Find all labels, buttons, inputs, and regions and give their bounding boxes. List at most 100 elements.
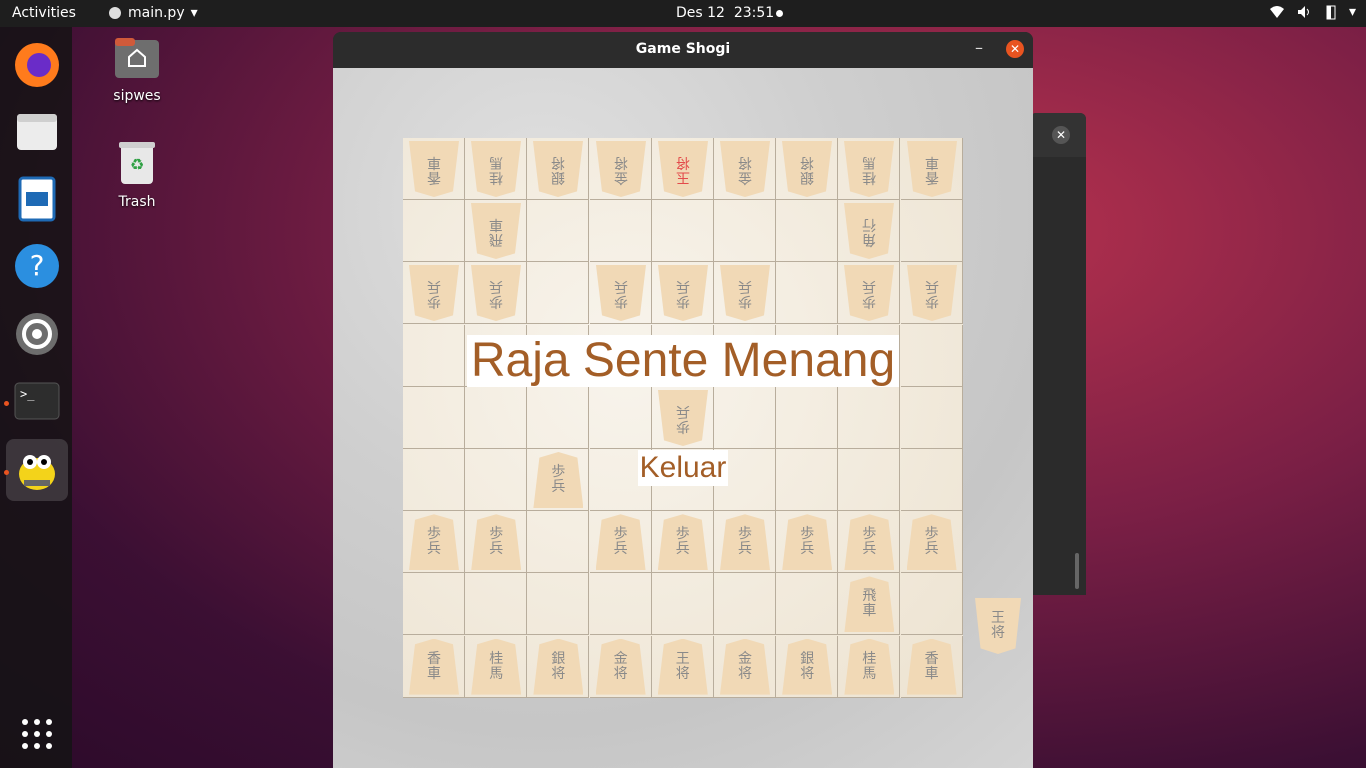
shogi-piece[interactable]: 歩兵 — [658, 265, 708, 321]
dock-help[interactable]: ? — [6, 235, 68, 297]
piece-char: 桂 — [862, 650, 877, 667]
shogi-piece[interactable]: 香車 — [906, 638, 957, 695]
exit-button[interactable]: Keluar — [638, 450, 728, 486]
board-cell[interactable] — [900, 573, 963, 636]
close-button[interactable]: ✕ — [1006, 40, 1024, 58]
board-cell[interactable] — [465, 449, 528, 511]
shogi-piece[interactable]: 歩兵 — [596, 265, 646, 321]
close-icon[interactable]: ✕ — [1052, 126, 1070, 144]
board-cell[interactable] — [527, 200, 590, 263]
activities-button[interactable]: Activities — [12, 5, 76, 21]
shogi-piece[interactable]: 銀将 — [533, 141, 583, 197]
board-cell[interactable] — [776, 200, 839, 263]
board-cell[interactable] — [714, 200, 776, 263]
background-window[interactable]: ✕ — [1030, 113, 1086, 595]
captured-piece[interactable]: 王 将 — [975, 598, 1021, 654]
shogi-piece[interactable]: 金将 — [595, 638, 646, 695]
shogi-piece[interactable]: 歩兵 — [409, 265, 459, 321]
shogi-piece[interactable]: 金将 — [720, 638, 770, 695]
dock-terminal[interactable]: >_ — [6, 370, 68, 432]
dock-settings[interactable] — [6, 303, 68, 365]
board-cell[interactable] — [900, 324, 963, 387]
shogi-piece[interactable]: 歩兵 — [471, 514, 522, 571]
board-cell[interactable] — [589, 573, 652, 636]
clock[interactable]: Des 12 23:51 — [676, 5, 774, 21]
board-cell[interactable] — [651, 573, 714, 636]
minimize-button[interactable]: – — [975, 38, 983, 57]
board-cell[interactable] — [527, 573, 590, 636]
shogi-piece[interactable]: 飛車 — [844, 576, 895, 633]
board-cell[interactable] — [527, 511, 590, 574]
show-applications-button[interactable] — [6, 703, 68, 765]
board-cell[interactable] — [403, 200, 465, 263]
shogi-piece[interactable]: 歩兵 — [595, 514, 646, 571]
board-cell[interactable] — [838, 449, 901, 511]
shogi-piece[interactable]: 歩兵 — [782, 514, 833, 571]
dock-files[interactable] — [6, 101, 68, 163]
shogi-piece[interactable]: 歩兵 — [844, 514, 895, 571]
board-cell[interactable] — [589, 386, 652, 449]
board-cell[interactable] — [465, 573, 528, 636]
shogi-piece[interactable]: 玉将 — [658, 141, 708, 197]
shogi-piece[interactable]: 桂馬 — [844, 141, 894, 197]
shogi-piece[interactable]: 歩兵 — [906, 514, 957, 571]
piece-char: 将 — [738, 154, 752, 170]
shogi-piece[interactable]: 桂馬 — [471, 141, 521, 197]
shogi-piece[interactable]: 歩兵 — [657, 514, 708, 571]
board-cell[interactable] — [776, 262, 839, 325]
shogi-piece[interactable]: 銀将 — [782, 638, 833, 695]
board-cell[interactable] — [527, 386, 590, 449]
shogi-piece[interactable]: 桂馬 — [844, 638, 895, 695]
dock-firefox[interactable] — [6, 34, 68, 96]
board-cell[interactable] — [714, 573, 776, 636]
shogi-piece[interactable]: 銀将 — [533, 638, 584, 695]
board-cell[interactable] — [900, 386, 963, 449]
desktop-icon-home[interactable]: sipwes — [97, 36, 177, 104]
shogi-piece[interactable]: 香車 — [409, 638, 459, 695]
shogi-piece[interactable]: 歩兵 — [720, 514, 770, 571]
shogi-piece[interactable]: 銀将 — [782, 141, 832, 197]
board-cell[interactable] — [651, 200, 714, 263]
board-cell[interactable] — [900, 200, 963, 263]
shogi-piece[interactable]: 角行 — [844, 203, 894, 259]
board-cell[interactable] — [465, 386, 528, 449]
piece-char: 兵 — [675, 402, 690, 419]
board-cell[interactable] — [776, 386, 839, 449]
shogi-piece[interactable]: 歩兵 — [471, 265, 521, 321]
board-cell[interactable] — [776, 573, 839, 636]
shogi-piece[interactable]: 金将 — [720, 141, 770, 197]
shogi-board[interactable]: 香車桂馬銀将金将玉将金将銀将桂馬香車飛車角行歩兵歩兵歩兵歩兵歩兵歩兵歩兵歩兵歩兵… — [403, 138, 963, 698]
board-cell[interactable] — [527, 262, 590, 325]
dock-writer[interactable] — [6, 168, 68, 230]
shogi-piece[interactable]: 歩兵 — [907, 265, 957, 321]
board-cell[interactable] — [403, 324, 465, 387]
shogi-piece[interactable]: 香車 — [907, 141, 957, 197]
board-cell[interactable] — [900, 449, 963, 511]
shogi-piece[interactable]: 歩兵 — [409, 514, 459, 571]
game-canvas: 香車桂馬銀将金将玉将金将銀将桂馬香車飛車角行歩兵歩兵歩兵歩兵歩兵歩兵歩兵歩兵歩兵… — [333, 68, 1033, 768]
dock-python-app[interactable] — [6, 439, 68, 501]
shogi-piece[interactable]: 香車 — [409, 141, 459, 197]
system-tray[interactable]: ▾ — [1269, 4, 1356, 20]
board-cell[interactable] — [403, 449, 465, 511]
board-cell[interactable] — [403, 573, 465, 636]
shogi-piece[interactable]: 歩兵 — [533, 452, 584, 508]
board-cell[interactable] — [838, 386, 901, 449]
shogi-piece[interactable]: 金将 — [596, 141, 646, 197]
scrollbar[interactable] — [1075, 553, 1079, 589]
board-cell[interactable] — [776, 449, 839, 511]
piece-char: 将 — [738, 665, 752, 682]
shogi-piece[interactable]: 歩兵 — [844, 265, 894, 321]
board-cell[interactable] — [714, 386, 776, 449]
shogi-piece[interactable]: 歩兵 — [720, 265, 770, 321]
window-titlebar[interactable]: Game Shogi – ✕ — [333, 32, 1033, 68]
shogi-piece[interactable]: 飛車 — [471, 203, 521, 259]
app-menu[interactable]: main.py ▾ — [108, 5, 198, 21]
board-cell[interactable] — [589, 200, 652, 263]
shogi-piece[interactable]: 王将 — [657, 638, 708, 695]
shogi-piece[interactable]: 歩兵 — [658, 390, 708, 446]
board-cell[interactable] — [403, 386, 465, 449]
desktop-icon-trash[interactable]: ♻ Trash — [97, 140, 177, 210]
background-window-titlebar[interactable]: ✕ — [1030, 113, 1086, 157]
shogi-piece[interactable]: 桂馬 — [471, 638, 522, 695]
